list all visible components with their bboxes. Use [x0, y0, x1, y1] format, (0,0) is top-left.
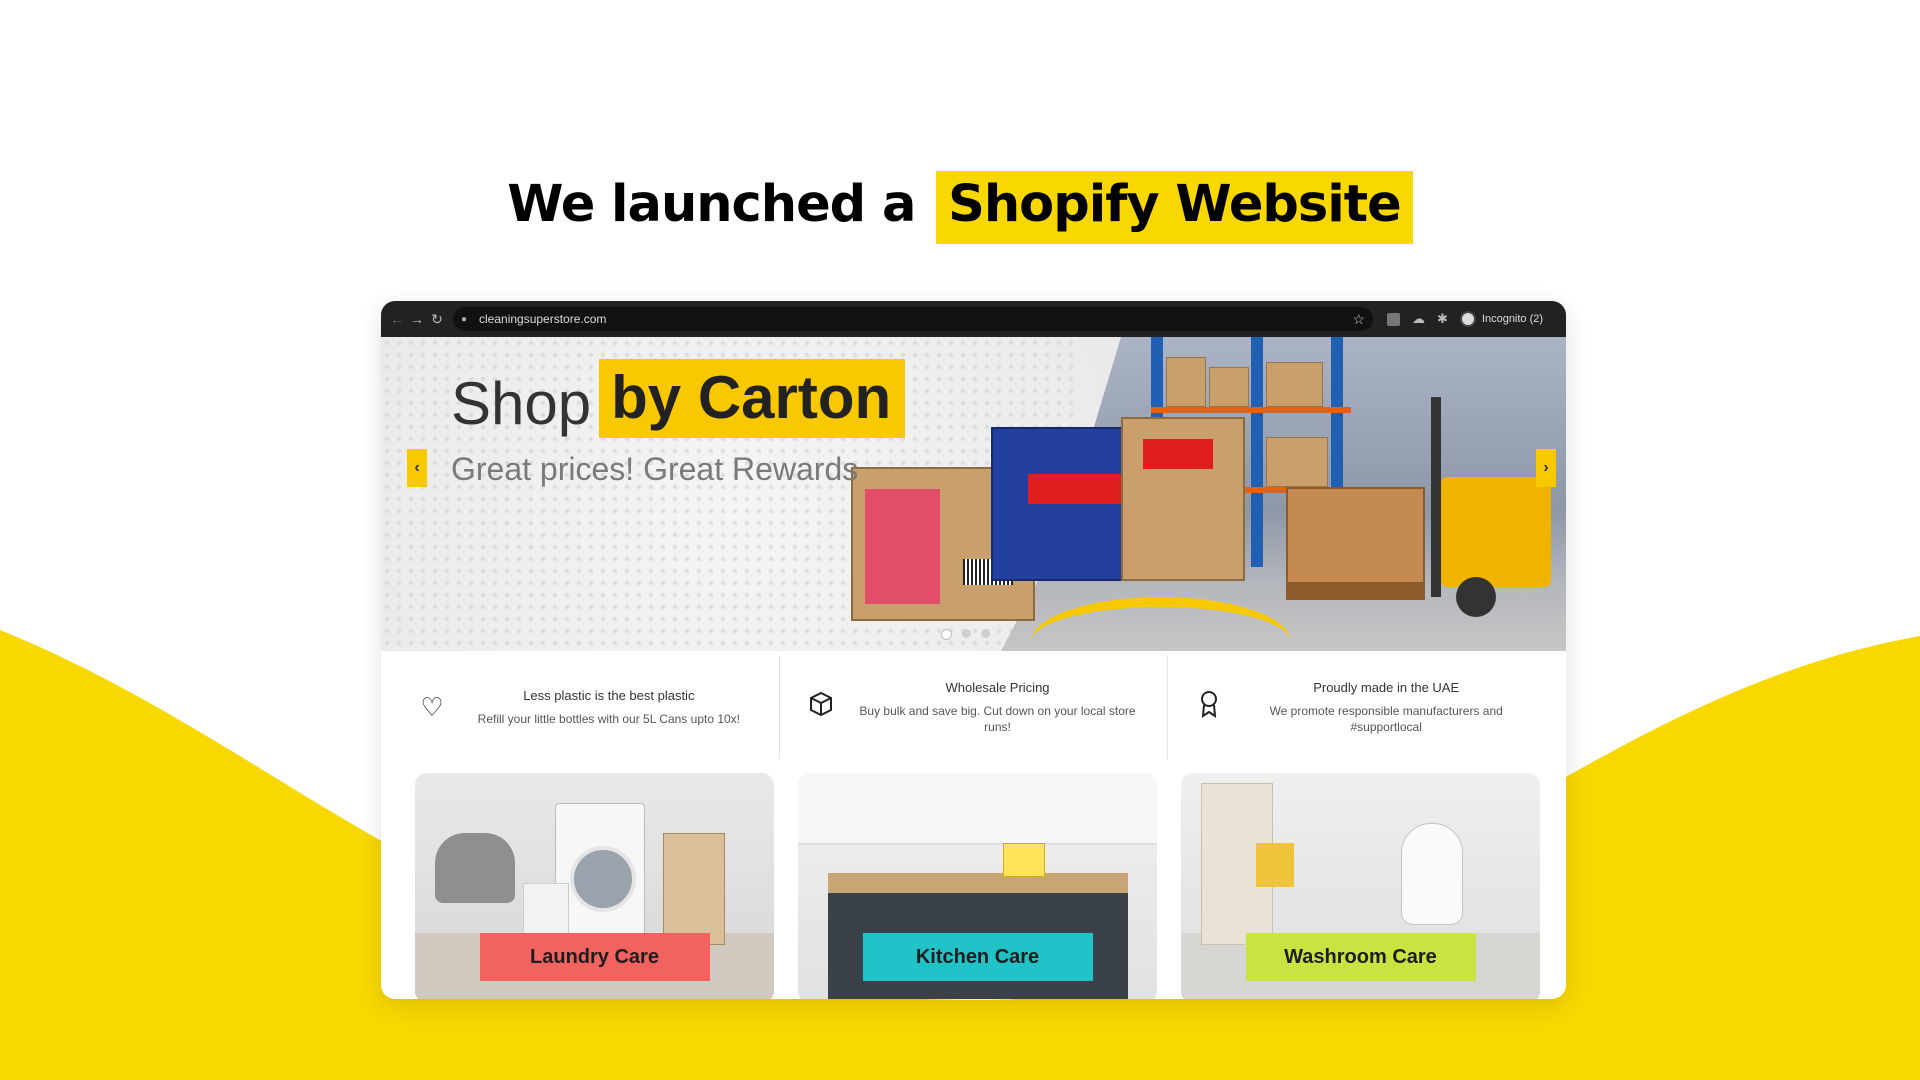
- cloud-extension-icon[interactable]: ☁: [1412, 311, 1425, 327]
- laundry-basket: [663, 833, 725, 945]
- carousel-prev-button[interactable]: ‹: [407, 449, 427, 487]
- fairy-label: [865, 489, 940, 604]
- headline-prefix: We launched a: [507, 175, 916, 234]
- feature-description: Refill your little bottles with our 5L C…: [477, 711, 741, 726]
- carousel-next-button[interactable]: ›: [1536, 449, 1556, 487]
- feature-title: Wholesale Pricing: [945, 679, 1050, 695]
- rack-upright: [1251, 337, 1263, 567]
- shelf-box: [1266, 437, 1328, 487]
- shelf-box: [1209, 367, 1249, 407]
- forklift-wheel: [1456, 577, 1496, 617]
- feature-item: Proudly made in the UAE We promote respo…: [1168, 655, 1556, 759]
- category-card-washroom[interactable]: Washroom Care: [1181, 773, 1540, 999]
- forklift-body: [1441, 477, 1551, 587]
- hero-banner[interactable]: Shop by Carton Great prices! Great Reward…: [381, 337, 1566, 651]
- puzzle-extensions-icon[interactable]: ✱: [1437, 311, 1448, 327]
- back-arrow-icon[interactable]: ←: [387, 311, 407, 327]
- extension-icon[interactable]: [1387, 312, 1400, 326]
- rack-beam: [1151, 407, 1351, 413]
- feature-title: Proudly made in the UAE: [1313, 679, 1460, 695]
- category-label[interactable]: Laundry Care: [479, 933, 710, 981]
- category-label[interactable]: Kitchen Care: [862, 933, 1093, 981]
- machine-door: [570, 846, 636, 912]
- feature-description: We promote responsible manufacturers and…: [1269, 703, 1503, 734]
- carton-logo: [1143, 439, 1213, 469]
- countertop: [828, 873, 1128, 893]
- forklift-mast: [1431, 397, 1441, 597]
- chevron-right-icon: ›: [1543, 459, 1549, 476]
- carousel-dots: [941, 629, 990, 640]
- slide-headline: We launched a Shopify Website: [0, 171, 1920, 244]
- category-label[interactable]: Washroom Care: [1245, 933, 1476, 981]
- feature-title: Less plastic is the best plastic: [523, 687, 695, 703]
- chevron-left-icon: ‹: [414, 459, 420, 476]
- forward-arrow-icon[interactable]: →: [407, 311, 427, 327]
- carousel-dot[interactable]: [981, 629, 990, 638]
- shelf-box: [1266, 362, 1323, 407]
- headline-highlight: Shopify Website: [936, 171, 1413, 244]
- incognito-avatar-icon[interactable]: [1459, 311, 1476, 327]
- features-bar: ♡ Less plastic is the best plastic Refil…: [391, 655, 1556, 759]
- browser-toolbar: ← → ↻ ● cleaningsuperstore.com ☆ ☁ ✱ Inc…: [381, 301, 1566, 337]
- heart-icon: ♡: [420, 691, 444, 722]
- hero-title-highlight: by Carton: [599, 359, 906, 438]
- toilet: [1401, 823, 1463, 925]
- browser-screenshot: ← → ↻ ● cleaningsuperstore.com ☆ ☁ ✱ Inc…: [381, 301, 1566, 999]
- feature-description: Buy bulk and save big. Cut down on your …: [859, 703, 1136, 734]
- shelf-box: [1166, 357, 1206, 407]
- wall-cabinets: [798, 773, 1157, 845]
- award-icon: [1194, 690, 1224, 725]
- pallet-stack: [1286, 487, 1425, 586]
- hero-title: Shop by Carton: [451, 359, 906, 438]
- pallet-base: [1286, 582, 1425, 600]
- feature-item: Wholesale Pricing Buy bulk and save big.…: [780, 655, 1169, 759]
- reload-icon[interactable]: ↻: [427, 311, 447, 328]
- brand-carton: [1121, 417, 1245, 581]
- category-grid: Laundry Care Kitchen Care Washroom Care: [415, 773, 1540, 999]
- box-icon: [806, 691, 836, 724]
- cleaner-can: [1003, 843, 1045, 877]
- product-box: [1256, 843, 1294, 887]
- feature-item: ♡ Less plastic is the best plastic Refil…: [391, 655, 780, 759]
- category-card-laundry[interactable]: Laundry Care: [415, 773, 774, 999]
- incognito-label[interactable]: Incognito (2): [1482, 313, 1543, 325]
- hero-subtitle: Great prices! Great Rewards: [451, 451, 859, 487]
- carousel-dot[interactable]: [962, 629, 971, 638]
- url-text: cleaningsuperstore.com: [479, 312, 607, 326]
- hero-title-plain: Shop: [451, 370, 592, 437]
- lock-icon: ●: [461, 313, 468, 325]
- address-bar[interactable]: ● cleaningsuperstore.com ☆: [453, 307, 1373, 331]
- chair: [435, 833, 515, 903]
- bookmark-star-icon[interactable]: ☆: [1352, 311, 1365, 328]
- category-card-kitchen[interactable]: Kitchen Care: [798, 773, 1157, 999]
- carousel-dot[interactable]: [941, 629, 952, 640]
